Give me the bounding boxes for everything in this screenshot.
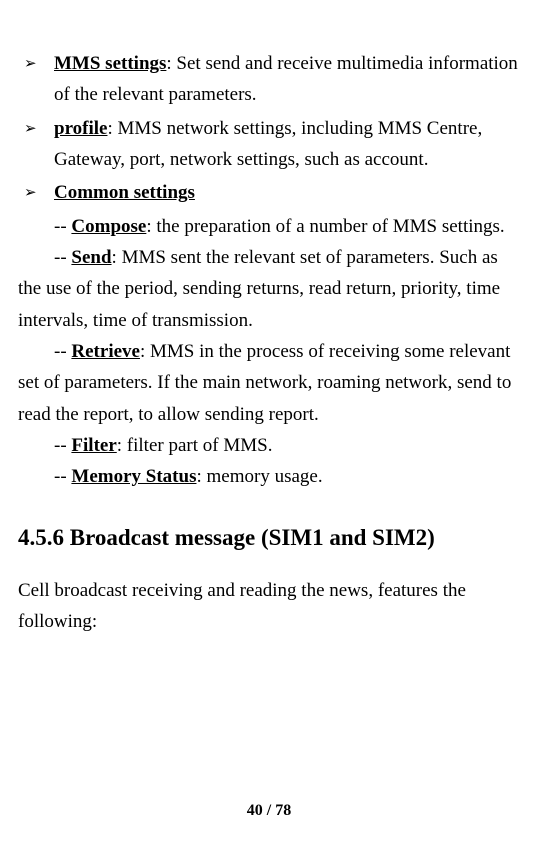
sub-prefix: -- [18, 216, 71, 237]
bullet-item-profile: ➢ profile: MMS network settings, includi… [18, 113, 520, 176]
sub-prefix: -- [18, 466, 71, 487]
desc-profile: : MMS network settings, including MMS Ce… [54, 118, 482, 170]
term-retrieve: Retrieve [71, 341, 140, 362]
sub-prefix: -- [18, 435, 71, 456]
document-body: ➢ MMS settings: Set send and receive mul… [16, 48, 522, 637]
bullet-item-mms-settings: ➢ MMS settings: Set send and receive mul… [18, 48, 520, 111]
term-compose: Compose [71, 216, 146, 237]
bullet-item-common-settings: ➢ Common settings [18, 177, 520, 208]
term-common-settings: Common settings [54, 182, 195, 203]
bullet-text: MMS settings: Set send and receive multi… [54, 48, 520, 111]
section-heading: 4.5.6 Broadcast message (SIM1 and SIM2) [18, 519, 520, 557]
term-mms-settings: MMS settings [54, 53, 166, 74]
sub-item-retrieve: -- Retrieve: MMS in the process of recei… [18, 336, 520, 430]
sub-item-send: -- Send: MMS sent the relevant set of pa… [18, 242, 520, 336]
term-send: Send [71, 247, 111, 268]
desc-memory-status: : memory usage. [196, 466, 322, 487]
sub-prefix: -- [18, 341, 71, 362]
bullet-text: profile: MMS network settings, including… [54, 113, 520, 176]
term-filter: Filter [71, 435, 116, 456]
term-memory-status: Memory Status [71, 466, 196, 487]
term-profile: profile [54, 118, 107, 139]
desc-filter: : filter part of MMS. [117, 435, 273, 456]
bullet-marker-icon: ➢ [18, 113, 54, 176]
section-body: Cell broadcast receiving and reading the… [18, 575, 520, 638]
sub-item-memory-status: -- Memory Status: memory usage. [18, 461, 520, 492]
sub-item-compose: -- Compose: the preparation of a number … [18, 211, 520, 242]
bullet-marker-icon: ➢ [18, 177, 54, 208]
page-number: 40 / 78 [0, 798, 538, 824]
sub-item-filter: -- Filter: filter part of MMS. [18, 430, 520, 461]
bullet-text: Common settings [54, 177, 520, 208]
sub-prefix: -- [18, 247, 71, 268]
desc-compose: : the preparation of a number of MMS set… [146, 216, 504, 237]
bullet-marker-icon: ➢ [18, 48, 54, 111]
